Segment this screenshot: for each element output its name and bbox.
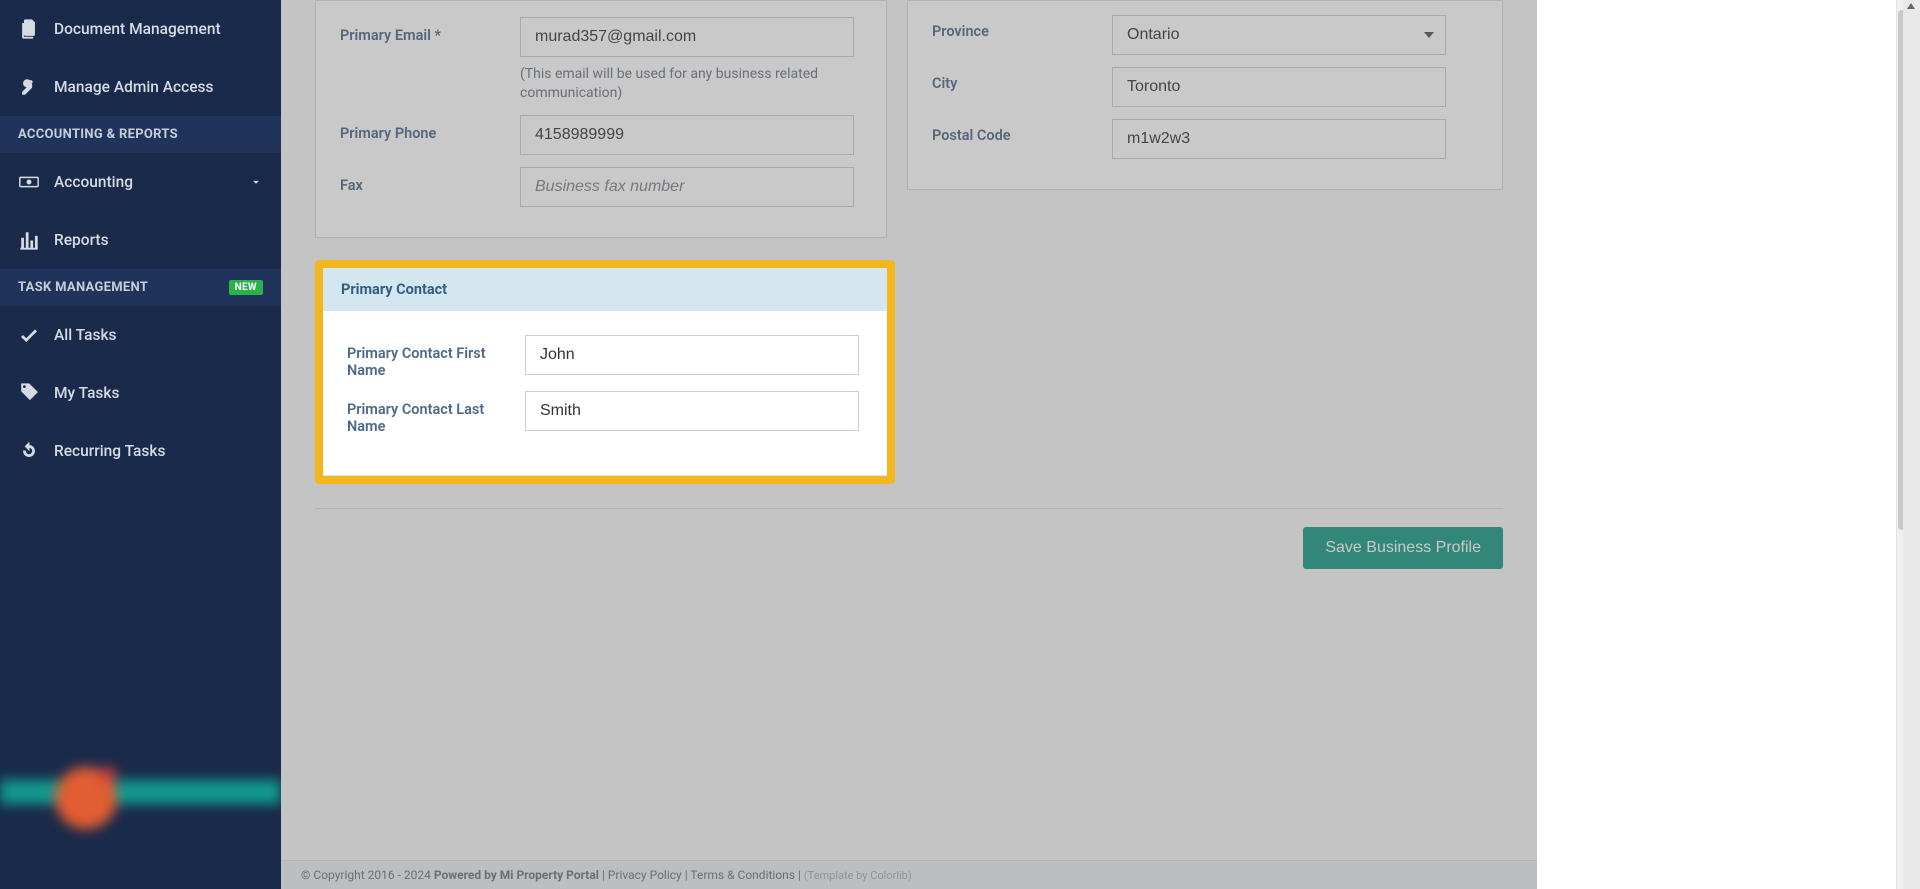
sidebar-item-label: Document Management [54, 20, 221, 38]
save-business-profile-button[interactable]: Save Business Profile [1303, 527, 1503, 569]
privacy-policy-link[interactable]: Privacy Policy [608, 868, 682, 882]
city-input[interactable] [1112, 67, 1446, 107]
sidebar-item-all-tasks[interactable]: All Tasks [0, 306, 281, 364]
last-name-input[interactable] [525, 391, 859, 431]
new-badge: NEW [229, 280, 263, 295]
chevron-down-icon [249, 175, 263, 189]
sidebar-item-document-management[interactable]: Document Management [0, 0, 281, 58]
terms-link[interactable]: Terms & Conditions [690, 868, 795, 882]
first-name-input[interactable] [525, 335, 859, 375]
sidebar-item-recurring-tasks[interactable]: Recurring Tasks [0, 422, 281, 480]
first-name-label: Primary Contact First Name [347, 335, 525, 379]
postal-label: Postal Code [932, 119, 1112, 144]
primary-phone-input[interactable] [520, 115, 854, 155]
city-label: City [932, 67, 1112, 92]
fax-input[interactable] [520, 167, 854, 207]
sidebar-item-manage-admin-access[interactable]: Manage Admin Access [0, 58, 281, 116]
primary-contact-highlight: Primary Contact Primary Contact First Na… [315, 260, 895, 484]
phone-label: Primary Phone [340, 115, 520, 142]
tag-icon [18, 382, 40, 404]
footer-copyright: © Copyright 2016 - 2024 [301, 868, 434, 882]
province-label: Province [932, 15, 1112, 40]
main-content: Primary Email * (This email will be used… [281, 0, 1537, 889]
documents-icon [18, 18, 40, 40]
sidebar-section-task-management: TASK MANAGEMENT NEW [0, 269, 281, 306]
sidebar-item-label: Manage Admin Access [54, 78, 214, 96]
email-label: Primary Email * [340, 17, 520, 44]
primary-contact-header: Primary Contact [323, 268, 887, 311]
sidebar: Document Management Manage Admin Access … [0, 0, 281, 889]
bar-chart-icon [18, 229, 40, 251]
sidebar-item-my-tasks[interactable]: My Tasks [0, 364, 281, 422]
footer-template: (Template by Colorlib) [804, 869, 912, 882]
last-name-label: Primary Contact Last Name [347, 391, 525, 435]
address-panel: Province City Postal Code [907, 0, 1503, 190]
sidebar-item-label: My Tasks [54, 384, 119, 402]
browser-scrollbar[interactable] [1903, 0, 1920, 889]
check-icon [18, 324, 40, 346]
sidebar-item-label: Recurring Tasks [54, 442, 165, 460]
scroll-up-arrow-icon[interactable] [1907, 3, 1915, 9]
province-select[interactable] [1112, 15, 1446, 55]
sidebar-section-accounting: ACCOUNTING & REPORTS [0, 116, 281, 153]
sidebar-item-label: Accounting [54, 173, 133, 191]
sidebar-blurred-region [0, 709, 281, 889]
sidebar-item-label: Reports [54, 231, 109, 249]
sidebar-item-accounting[interactable]: Accounting [0, 153, 281, 211]
key-icon [18, 76, 40, 98]
email-help-text: (This email will be used for any busines… [520, 65, 854, 103]
business-info-panel: Primary Email * (This email will be used… [315, 0, 887, 238]
fax-label: Fax [340, 167, 520, 194]
postal-code-input[interactable] [1112, 119, 1446, 159]
dropdown-arrow-icon [1424, 32, 1434, 38]
money-bill-icon [18, 171, 40, 193]
footer: © Copyright 2016 - 2024 Powered by Mi Pr… [281, 860, 1537, 889]
sidebar-item-reports[interactable]: Reports [0, 211, 281, 269]
primary-email-input[interactable] [520, 17, 854, 57]
right-gap [1537, 0, 1920, 889]
sidebar-item-label: All Tasks [54, 326, 117, 344]
footer-powered: Powered by Mi Property Portal [434, 868, 599, 882]
refresh-icon [18, 440, 40, 462]
divider [315, 508, 1503, 509]
